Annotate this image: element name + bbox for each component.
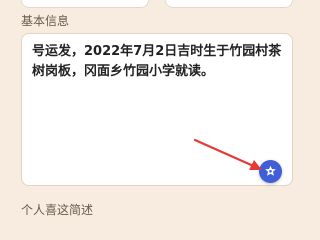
- section-title-basic-info: 基本信息: [21, 14, 70, 28]
- sparkle-icon: [265, 165, 276, 176]
- top-input-field-left[interactable]: [21, 0, 149, 8]
- top-input-field-right[interactable]: [165, 0, 293, 8]
- ai-assist-button[interactable]: [259, 160, 282, 183]
- basic-info-textarea[interactable]: 号运发，2022年7月2日吉时生于竹园村茶树岗板，冈面乡竹园小学就读。: [21, 33, 293, 186]
- basic-info-text: 号运发，2022年7月2日吉时生于竹园村茶树岗板，冈面乡竹园小学就读。: [32, 44, 282, 79]
- section-title-next: 个人喜这简述: [21, 203, 94, 217]
